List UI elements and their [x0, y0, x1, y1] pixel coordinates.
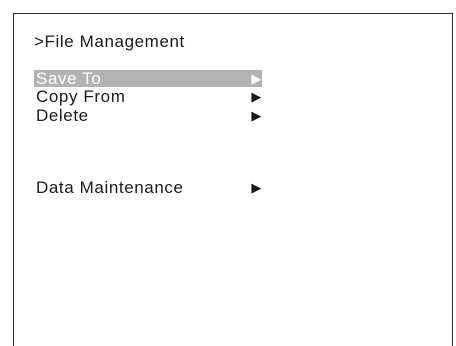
menu-item-data-maintenance[interactable]: Data Maintenance ▶ [34, 178, 262, 198]
menu-item-label: Data Maintenance [36, 178, 184, 197]
menu-item-delete[interactable]: Delete ▶ [34, 106, 262, 125]
menu-item-label: Delete [36, 106, 89, 125]
menu-item-save-to[interactable]: Save To ▶ [34, 70, 262, 87]
menu-item-label: Save To [36, 69, 102, 88]
menu-item-label: Copy From [36, 87, 126, 106]
submenu-arrow-icon: ▶ [251, 180, 262, 195]
page-title: >File Management [34, 32, 185, 51]
menu-item-copy-from[interactable]: Copy From ▶ [34, 87, 262, 106]
submenu-arrow-icon: ▶ [251, 108, 262, 123]
submenu-arrow-icon: ▶ [251, 71, 262, 86]
menu-screen: >File Management Save To ▶ Copy From ▶ D… [13, 13, 453, 346]
submenu-arrow-icon: ▶ [251, 89, 262, 104]
